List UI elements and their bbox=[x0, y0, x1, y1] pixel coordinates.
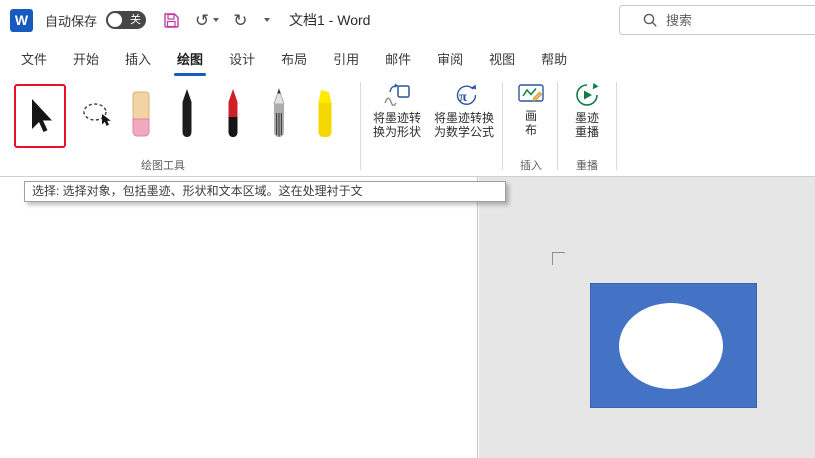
ribbon-group-divider bbox=[502, 82, 503, 170]
autosave-toggle[interactable]: 关 bbox=[106, 11, 147, 29]
ink-replay-label-line1: 墨迹 bbox=[574, 111, 599, 125]
highlighter-icon bbox=[318, 90, 332, 137]
tab-layout[interactable]: 布局 bbox=[268, 40, 320, 76]
rectangle-shape[interactable] bbox=[590, 283, 757, 408]
tab-review[interactable]: 审阅 bbox=[424, 40, 476, 76]
pencil-tool-button[interactable] bbox=[258, 84, 300, 148]
group-label-insert: 插入 bbox=[520, 160, 542, 172]
canvas-label-line2: 布 bbox=[524, 123, 537, 137]
eraser-tool-button[interactable] bbox=[120, 84, 162, 148]
convert-math-label-line1: 将墨迹转换 bbox=[433, 111, 494, 125]
tab-references[interactable]: 引用 bbox=[320, 40, 372, 76]
select-tool-button[interactable] bbox=[14, 84, 66, 148]
group-label-replay: 重播 bbox=[576, 160, 598, 172]
quick-access-chevron-icon[interactable] bbox=[263, 18, 270, 22]
pen-red-icon bbox=[228, 89, 238, 137]
save-icon bbox=[164, 13, 179, 28]
titlebar: W 自动保存 关 ↺ ↻ 文档1 - Word bbox=[0, 0, 815, 40]
lasso-select-button[interactable] bbox=[74, 84, 120, 148]
undo-button[interactable]: ↺ bbox=[195, 12, 209, 29]
word-window: W 自动保存 关 ↺ ↻ 文档1 - Word 文件 开始 bbox=[0, 0, 815, 458]
undo-dropdown-icon[interactable] bbox=[213, 18, 220, 22]
document-area bbox=[0, 177, 815, 458]
ink-replay-button[interactable]: 墨迹 重播 bbox=[562, 82, 612, 150]
ribbon-group-divider bbox=[557, 82, 558, 170]
lasso-icon bbox=[83, 103, 111, 126]
ink-replay-icon bbox=[576, 83, 599, 106]
convert-shape-icon bbox=[384, 83, 410, 106]
canvas-label-line1: 画 bbox=[524, 109, 537, 123]
tab-file[interactable]: 文件 bbox=[8, 40, 60, 76]
autosave-state: 关 bbox=[130, 13, 142, 26]
tab-insert[interactable]: 插入 bbox=[112, 40, 164, 76]
select-cursor-icon bbox=[32, 99, 52, 132]
autosave-label: 自动保存 bbox=[45, 13, 98, 29]
ellipse-shape[interactable] bbox=[619, 303, 723, 389]
toggle-knob-icon bbox=[108, 13, 123, 27]
tab-draw[interactable]: 绘图 bbox=[164, 40, 216, 76]
document-page[interactable] bbox=[0, 177, 478, 458]
save-button[interactable] bbox=[162, 11, 180, 29]
search-icon bbox=[643, 13, 657, 27]
tab-view[interactable]: 视图 bbox=[476, 40, 528, 76]
svg-text:π: π bbox=[459, 90, 467, 105]
tab-design[interactable]: 设计 bbox=[216, 40, 268, 76]
ribbon-draw-tab: 将墨迹转 换为形状 π 将墨迹转换 为数学公式 画 布 墨迹 重播 绘图工具 插… bbox=[0, 76, 815, 177]
search-input[interactable] bbox=[666, 12, 796, 28]
document-title: 文档1 - Word bbox=[289, 12, 371, 28]
convert-ink-to-shape-button[interactable]: 将墨迹转 换为形状 bbox=[366, 82, 428, 150]
convert-ink-to-math-button[interactable]: π 将墨迹转换 为数学公式 bbox=[430, 82, 498, 150]
word-logo-icon[interactable]: W bbox=[10, 8, 33, 32]
ribbon-tab-bar: 文件 开始 插入 绘图 设计 布局 引用 邮件 审阅 视图 帮助 bbox=[0, 40, 815, 76]
corner-crop-mark bbox=[552, 252, 565, 265]
tab-mailings[interactable]: 邮件 bbox=[372, 40, 424, 76]
ribbon-group-divider bbox=[616, 82, 617, 170]
search-box[interactable] bbox=[619, 5, 815, 35]
eraser-icon bbox=[132, 91, 150, 137]
convert-math-label-line2: 为数学公式 bbox=[433, 125, 494, 139]
ribbon-group-divider bbox=[360, 82, 361, 170]
pen-black-icon bbox=[182, 89, 192, 137]
tab-help[interactable]: 帮助 bbox=[528, 40, 580, 76]
pencil-icon bbox=[273, 87, 285, 137]
group-label-draw-tools: 绘图工具 bbox=[141, 160, 185, 172]
drawing-canvas-button[interactable]: 画 布 bbox=[508, 82, 554, 150]
pen-black-button[interactable] bbox=[166, 84, 208, 148]
redo-button[interactable]: ↻ bbox=[233, 12, 247, 29]
convert-shape-label-line1: 将墨迹转 bbox=[372, 111, 421, 125]
canvas-icon bbox=[518, 84, 544, 102]
ink-replay-label-line2: 重播 bbox=[574, 125, 599, 139]
pen-red-button[interactable] bbox=[212, 84, 254, 148]
tab-home[interactable]: 开始 bbox=[60, 40, 112, 76]
select-tool-tooltip: 选择: 选择对象，包括墨迹、形状和文本区域。这在处理衬于文 bbox=[24, 181, 506, 202]
convert-math-icon: π bbox=[456, 84, 477, 105]
convert-shape-label-line2: 换为形状 bbox=[372, 125, 421, 139]
highlighter-tool-button[interactable] bbox=[304, 84, 346, 148]
